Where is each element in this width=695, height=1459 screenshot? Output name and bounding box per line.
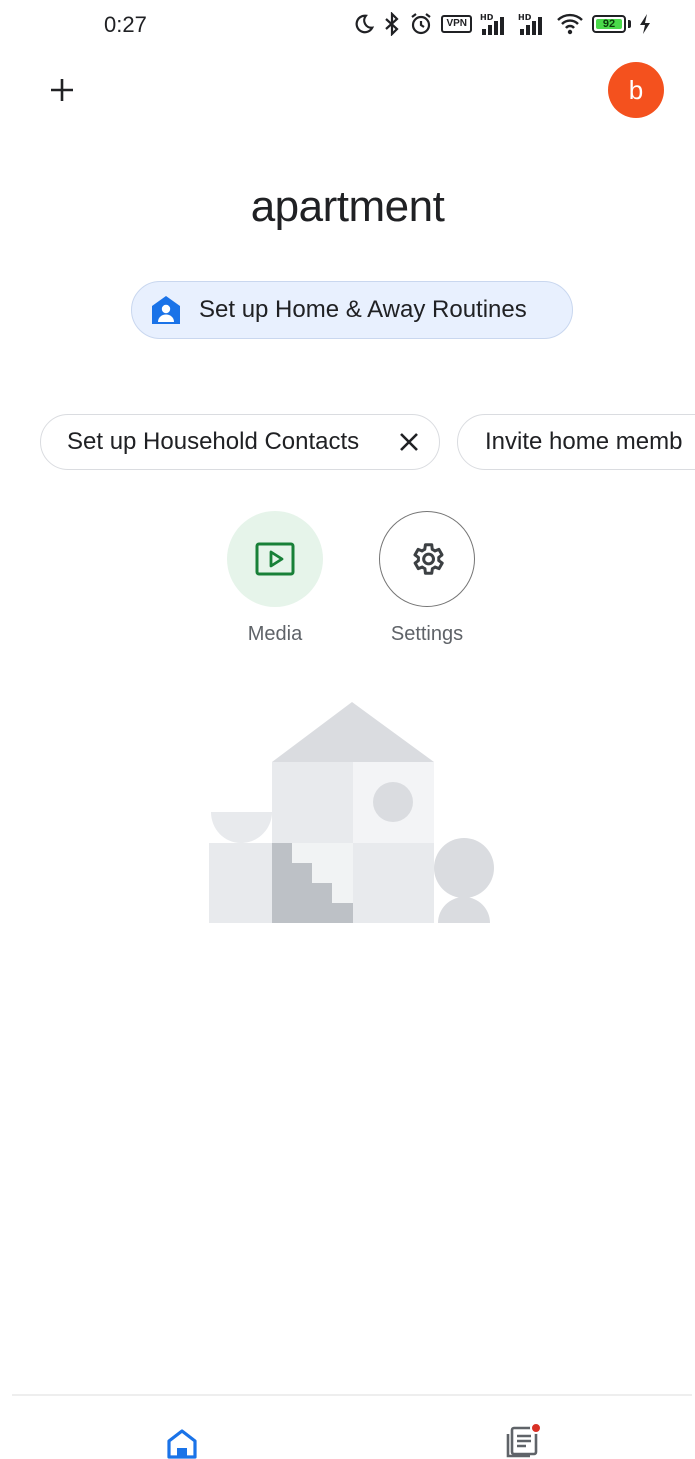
page-title: apartment [250, 182, 445, 231]
media-shortcut[interactable]: Media [225, 511, 325, 646]
chip-household-contacts[interactable]: Set up Household Contacts [40, 414, 440, 470]
empty-home-illustration [209, 702, 494, 923]
gear-icon [413, 543, 444, 575]
bluetooth-icon [385, 12, 400, 36]
settings-button[interactable] [379, 511, 475, 607]
chip-household-contacts-label: Set up Household Contacts [67, 428, 360, 455]
nav-home[interactable] [160, 1422, 204, 1459]
chip-invite-members-label: Invite home memb [485, 428, 683, 455]
signal-icon-2: HD [518, 13, 542, 35]
nav-feed[interactable] [498, 1418, 546, 1459]
charging-icon [640, 14, 650, 34]
plus-icon [51, 79, 73, 101]
signal-icon: HD [480, 13, 504, 35]
svg-text:HD: HD [480, 13, 494, 22]
svg-text:HD: HD [518, 13, 532, 22]
bottom-nav-divider [12, 1394, 692, 1396]
setup-routines-label: Set up Home & Away Routines [199, 296, 527, 323]
avatar[interactable]: b [608, 62, 664, 118]
status-time: 0:27 [104, 12, 147, 37]
status-bar: 0:27 VPN HD HD 92 [0, 0, 695, 50]
wifi-icon [557, 13, 583, 35]
settings-shortcut[interactable]: Settings [377, 511, 477, 646]
media-play-icon [255, 542, 295, 576]
vpn-badge: VPN [441, 15, 472, 33]
home-away-icon [149, 293, 183, 327]
settings-label: Settings [390, 623, 464, 645]
battery-level: 92 [602, 18, 616, 30]
battery-indicator: 92 [592, 15, 626, 33]
alarm-icon [411, 13, 432, 35]
media-button[interactable] [227, 511, 323, 607]
add-button[interactable] [40, 68, 84, 112]
setup-routines-button[interactable]: Set up Home & Away Routines [131, 281, 573, 339]
chip-invite-members[interactable]: Invite home memb [457, 414, 695, 470]
notification-badge [530, 1422, 542, 1434]
moon-icon [355, 14, 375, 34]
status-icons: VPN HD HD 92 [353, 9, 651, 39]
close-icon[interactable] [397, 430, 421, 454]
suggestion-chips: Set up Household Contacts Invite home me… [0, 414, 695, 472]
home-icon [167, 1429, 197, 1459]
media-label: Media [247, 623, 303, 645]
